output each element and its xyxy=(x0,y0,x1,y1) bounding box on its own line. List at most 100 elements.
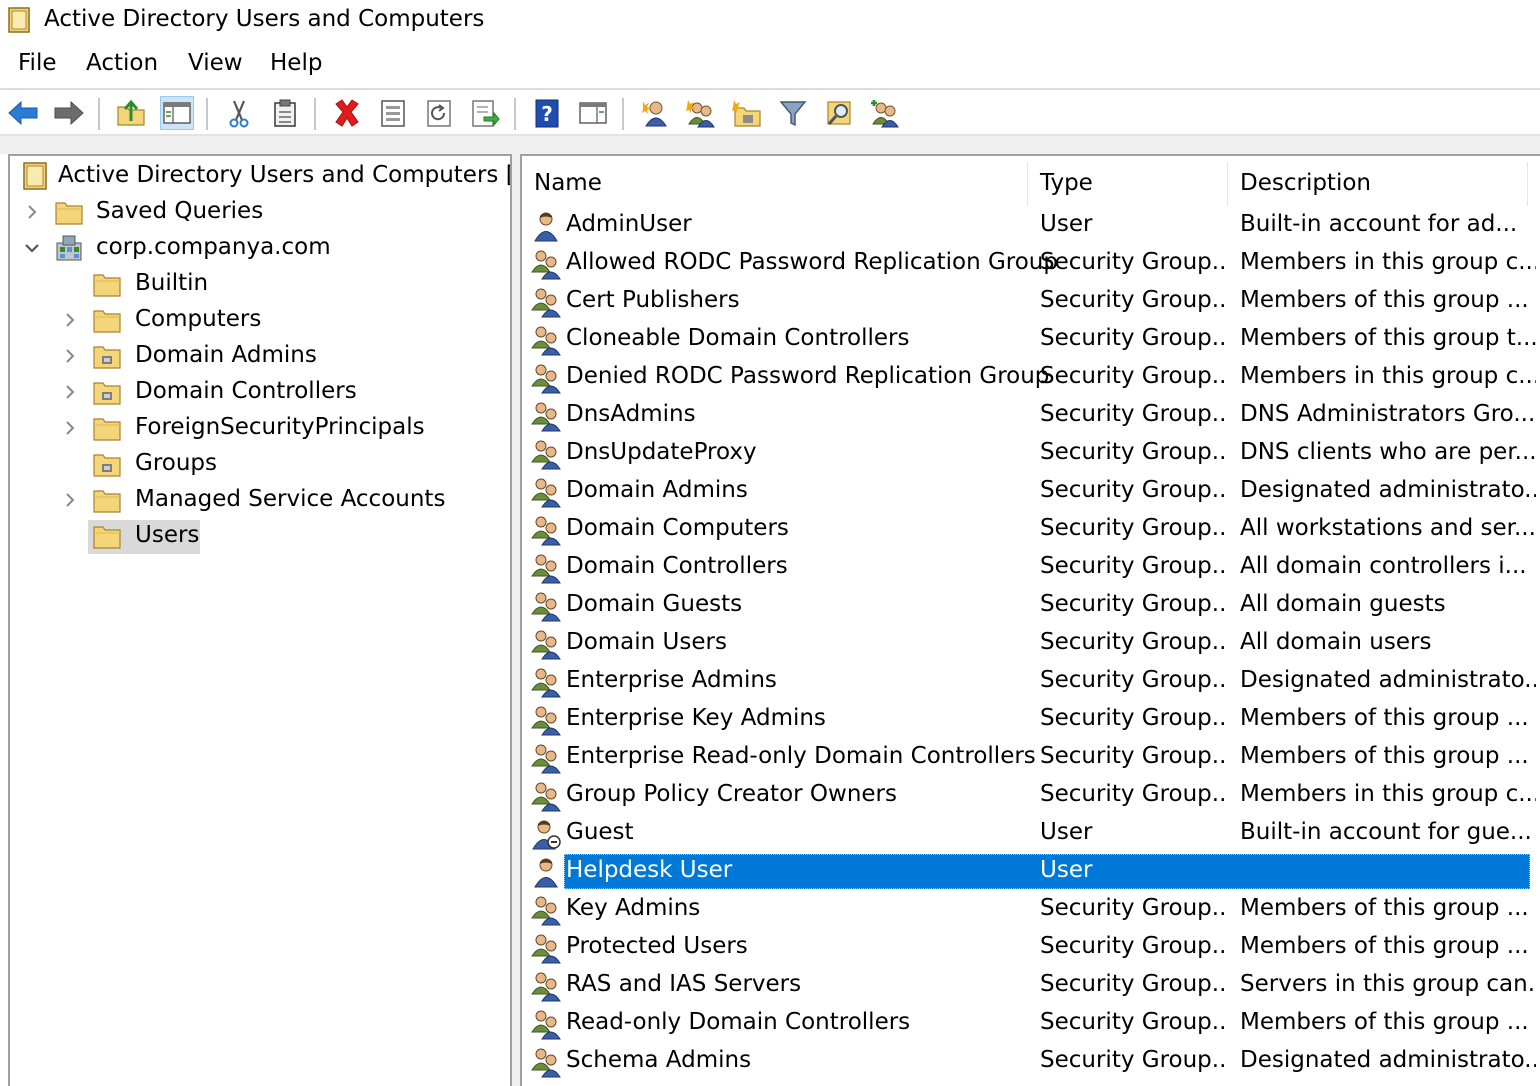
tree-item-saved-queries[interactable]: Saved Queries xyxy=(10,196,510,230)
delete-icon[interactable] xyxy=(330,96,364,130)
export-list-icon[interactable] xyxy=(468,96,502,130)
menu-action[interactable]: Action xyxy=(86,50,158,76)
cell-name: Allowed RODC Password Replication Group xyxy=(566,249,1058,275)
group-icon xyxy=(530,514,562,546)
table-row[interactable]: AdminUser User Built-in account for ad... xyxy=(522,207,1540,245)
back-arrow-icon[interactable] xyxy=(6,96,40,130)
tree-item-domain[interactable]: corp.companya.com xyxy=(10,232,510,266)
new-group-icon[interactable] xyxy=(684,96,718,130)
cell-description: Members in this group c... xyxy=(1240,249,1536,275)
table-row[interactable]: Domain Computers Security Group... All wor… xyxy=(522,511,1540,549)
chevron-down-icon[interactable] xyxy=(22,238,42,258)
tree-item-domain-admins[interactable]: Domain Admins xyxy=(10,340,510,374)
table-row[interactable]: DnsAdmins Security Group... DNS Administra… xyxy=(522,397,1540,435)
tree-item-builtin[interactable]: Builtin xyxy=(10,268,510,302)
table-row[interactable]: Schema Admins Security Group... Designated… xyxy=(522,1043,1540,1081)
cell-type: Security Group... xyxy=(1040,781,1226,807)
cell-name: Guest xyxy=(566,819,634,845)
cell-name: Enterprise Read-only Domain Controllers xyxy=(566,743,1036,769)
table-row[interactable]: Cloneable Domain Controllers Security Gro… xyxy=(522,321,1540,359)
group-icon xyxy=(530,400,562,432)
cell-name: Cloneable Domain Controllers xyxy=(566,325,910,351)
table-row[interactable]: Allowed RODC Password Replication Group S… xyxy=(522,245,1540,283)
folder-icon xyxy=(93,418,121,441)
cell-type: Security Group... xyxy=(1040,363,1226,389)
group-icon xyxy=(530,552,562,584)
cell-type: User xyxy=(1040,857,1093,883)
table-row[interactable]: RAS and IAS Servers Security Group... Serv… xyxy=(522,967,1540,1005)
table-row[interactable]: Domain Guests Security Group... All domain… xyxy=(522,587,1540,625)
chevron-right-icon[interactable] xyxy=(60,418,80,438)
folder-icon xyxy=(93,526,121,549)
table-row[interactable]: Protected Users Security Group... Members … xyxy=(522,929,1540,967)
properties-icon[interactable] xyxy=(376,96,410,130)
tree-item-managed-service-accounts[interactable]: Managed Service Accounts xyxy=(10,484,510,518)
chevron-right-icon[interactable] xyxy=(22,202,42,222)
tree-item-users[interactable]: Users xyxy=(10,520,510,554)
table-row[interactable]: Guest User Built-in account for gue... xyxy=(522,815,1540,853)
new-ou-icon[interactable] xyxy=(730,96,764,130)
tree-item-computers[interactable]: Computers xyxy=(10,304,510,338)
cut-icon[interactable] xyxy=(222,96,256,130)
cell-description: Designated administrato... xyxy=(1240,477,1536,503)
column-header-type[interactable]: Type xyxy=(1028,162,1228,206)
tree-item-label: corp.companya.com xyxy=(96,234,331,260)
table-row[interactable]: Domain Users Security Group... All domain … xyxy=(522,625,1540,663)
new-user-icon[interactable] xyxy=(638,96,672,130)
table-row[interactable]: Key Admins Security Group... Members of th… xyxy=(522,891,1540,929)
group-icon xyxy=(530,590,562,622)
action-pane-icon[interactable] xyxy=(576,96,610,130)
menu-view[interactable]: View xyxy=(188,50,243,76)
tree-item-domain-controllers[interactable]: Domain Controllers xyxy=(10,376,510,410)
pane-splitter[interactable] xyxy=(512,154,520,1086)
up-folder-icon[interactable] xyxy=(114,96,148,130)
find-icon[interactable] xyxy=(822,96,856,130)
table-row[interactable]: DnsUpdateProxy Security Group... DNS clien… xyxy=(522,435,1540,473)
folder-icon xyxy=(93,274,121,297)
cell-type: Security Group... xyxy=(1040,743,1226,769)
tree-root[interactable]: Active Directory Users and Computers [CA… xyxy=(10,160,510,194)
chevron-right-icon[interactable] xyxy=(60,382,80,402)
refresh-icon[interactable] xyxy=(422,96,456,130)
table-row[interactable]: Enterprise Admins Security Group... Design… xyxy=(522,663,1540,701)
column-header-description[interactable]: Description xyxy=(1228,162,1528,206)
table-row[interactable]: Domain Admins Security Group... Designated… xyxy=(522,473,1540,511)
menu-help[interactable]: Help xyxy=(270,50,322,76)
table-row[interactable]: Denied RODC Password Replication Group Se… xyxy=(522,359,1540,397)
cell-description: Members of this group ... xyxy=(1240,933,1529,959)
table-row[interactable]: Domain Controllers Security Group... All d… xyxy=(522,549,1540,587)
menu-file[interactable]: File xyxy=(18,50,57,76)
tree-item-foreign-security-principals[interactable]: ForeignSecurityPrincipals xyxy=(10,412,510,446)
chevron-right-icon[interactable] xyxy=(60,310,80,330)
paste-icon[interactable] xyxy=(268,96,302,130)
tree-item-label: Groups xyxy=(135,450,218,476)
saved-queries-folder-icon xyxy=(55,202,83,225)
tree-item-groups[interactable]: Groups xyxy=(10,448,510,482)
cell-name: DnsUpdateProxy xyxy=(566,439,757,465)
filter-icon[interactable] xyxy=(776,96,810,130)
table-row[interactable]: Group Policy Creator Owners Security Grou… xyxy=(522,777,1540,815)
cell-description: Members in this group c... xyxy=(1240,781,1536,807)
cell-type: Security Group... xyxy=(1040,1009,1226,1035)
add-to-group-icon[interactable] xyxy=(868,96,902,130)
group-icon xyxy=(530,970,562,1002)
table-row[interactable]: Cert Publishers Security Group... Members … xyxy=(522,283,1540,321)
group-icon xyxy=(530,894,562,926)
table-row[interactable]: Helpdesk User User xyxy=(522,853,1540,891)
table-row[interactable]: Read-only Domain Controllers Security Gro… xyxy=(522,1005,1540,1043)
show-console-tree-icon[interactable] xyxy=(160,96,194,130)
chevron-right-icon[interactable] xyxy=(60,490,80,510)
column-header-name[interactable]: Name xyxy=(522,162,1028,206)
group-icon xyxy=(530,438,562,470)
results-list[interactable]: Name Type Description AdminUser User Built… xyxy=(520,154,1540,1086)
table-row[interactable]: Enterprise Read-only Domain Controllers S… xyxy=(522,739,1540,777)
cell-name: Enterprise Key Admins xyxy=(566,705,826,731)
table-row[interactable]: Enterprise Key Admins Security Group... Me… xyxy=(522,701,1540,739)
chevron-right-icon[interactable] xyxy=(60,346,80,366)
forward-arrow-icon[interactable] xyxy=(52,96,86,130)
cell-type: User xyxy=(1040,819,1093,845)
help-icon[interactable]: ? xyxy=(530,96,564,130)
console-tree[interactable]: Active Directory Users and Computers [CA… xyxy=(8,154,512,1086)
cell-type: Security Group... xyxy=(1040,895,1226,921)
cell-description: Members of this group ... xyxy=(1240,1009,1529,1035)
